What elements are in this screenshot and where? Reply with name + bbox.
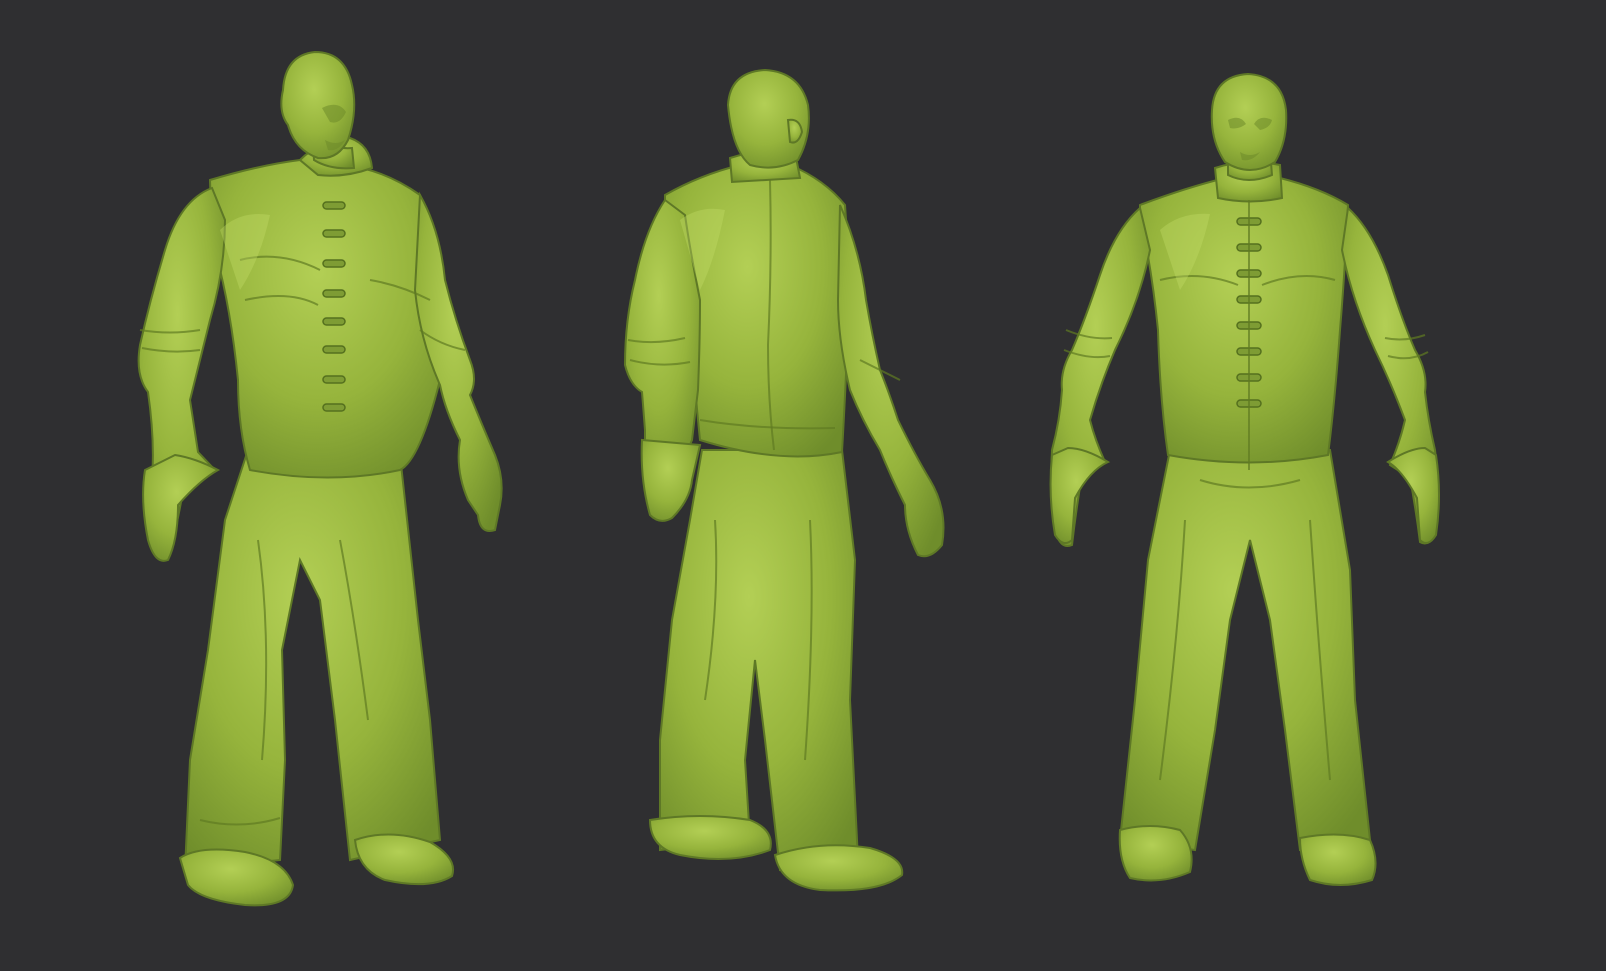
sculpt-viewport[interactable]	[0, 0, 1606, 971]
render-canvas	[137, 50, 1440, 907]
clay-figure-front	[1049, 72, 1440, 886]
clay-figure-three-quarter-front	[137, 50, 503, 907]
clay-figure-three-quarter-back	[623, 68, 945, 892]
